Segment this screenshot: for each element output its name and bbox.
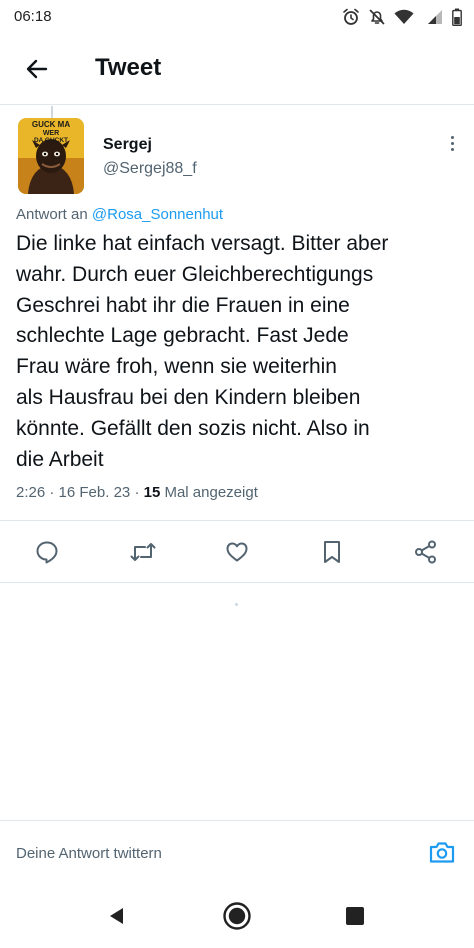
tweet-date: 16 Feb. 23 [58,484,131,501]
reply-context: Antwort an @Rosa_Sonnenhut [16,206,223,223]
tweet-time: 2:26 [16,484,46,501]
avatar-text-line-2: WER [43,130,59,137]
camera-icon [429,842,455,863]
actions-divider [0,582,474,583]
tweet-line: könnte. Gefällt den sozis nicht. Also in [16,416,370,440]
tweet-line: als Hausfrau bei den Kindern bleiben [16,385,361,409]
share-button[interactable] [411,537,441,567]
system-nav-bar [0,884,474,948]
header-divider [0,104,474,105]
loading-indicator [235,603,238,606]
home-circle-icon [223,902,251,930]
avatar-text-line-3: DA GUCKT [34,137,68,144]
alarm-icon [343,8,359,25]
retweet-icon [130,543,156,561]
recents-square-icon [346,907,364,925]
author-handle[interactable]: @Sergej88_f [103,160,197,178]
like-icon [226,542,248,562]
tweet-line: Frau wäre froh, wenn sie weiterhin [16,355,337,379]
wifi-icon [394,9,414,24]
meta-separator: · [49,484,55,501]
reply-input[interactable] [16,840,396,866]
reply-prefix: Antwort an [16,206,88,223]
tweet-text: Die linke hat einfach versagt. Bitter ab… [16,229,466,475]
retweet-button[interactable] [128,537,158,567]
meta-separator: · [134,484,140,501]
tweet-line: die Arbeit [16,447,104,471]
back-triangle-icon [110,908,123,924]
back-button[interactable] [18,50,56,88]
page-title: Tweet [95,54,162,81]
more-dot-icon [450,141,454,145]
mute-icon [369,9,385,25]
reply-icon [36,541,58,564]
tweet-actions [0,520,474,582]
back-arrow-icon [26,59,48,79]
battery-icon [452,8,462,26]
views-label: Mal angezeigt [164,484,258,501]
camera-button[interactable] [426,836,458,868]
reply-composer [0,820,474,884]
tweet-line: Die linke hat einfach versagt. Bitter ab… [16,232,389,255]
app-bar: Tweet [0,34,474,104]
avatar-text-line-1: GUCK MA [32,120,70,129]
bookmark-icon [324,541,340,563]
bookmark-button[interactable] [317,537,347,567]
tweet-meta: 2:26 · 16 Feb. 23 · 15 Mal angezeigt [16,484,258,501]
status-icons [342,6,462,28]
signal-icon [428,10,442,24]
thread-line [51,106,53,118]
more-options-button[interactable] [440,130,464,156]
status-time: 06:18 [14,8,52,25]
views-count: 15 [143,484,161,501]
reply-mention-link[interactable]: @Rosa_Sonnenhut [92,206,223,223]
more-dot-icon [450,147,454,151]
nav-back-button[interactable] [99,898,135,934]
avatar[interactable]: GUCK MA WER DA GUCKT [18,118,84,194]
like-button[interactable] [222,537,252,567]
nav-recents-button[interactable] [337,898,373,934]
author-name[interactable]: Sergej [103,136,152,154]
tweet-line: wahr. Durch euer Gleichberechtigungs [16,262,374,286]
share-icon [415,540,436,564]
more-dot-icon [450,135,454,139]
nav-home-button[interactable] [219,898,255,934]
tweet-line: Geschrei habt ihr die Frauen in eine [16,293,350,317]
tweet-line: schlechte Lage gebracht. Fast Jede [16,324,349,348]
reply-button[interactable] [32,537,62,567]
status-bar: 06:18 [0,0,474,34]
